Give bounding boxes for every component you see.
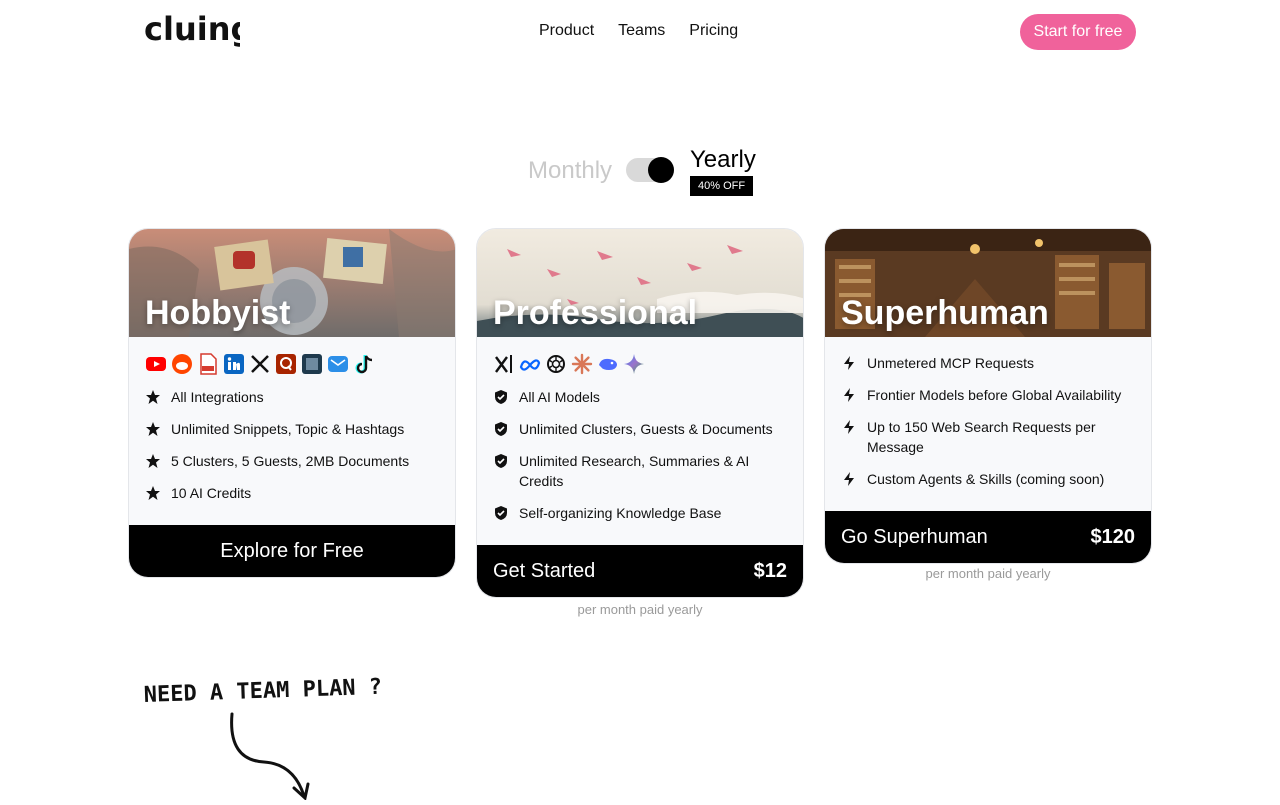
- start-for-free-button[interactable]: Start for free: [1020, 14, 1136, 50]
- x-icon: [249, 353, 271, 375]
- feature-item: Unmetered MCP Requests: [841, 353, 1135, 373]
- feature-list: All Integrations Unlimited Snippets, Top…: [129, 381, 455, 525]
- deepseek-icon: [597, 353, 619, 375]
- yearly-label[interactable]: Yearly: [690, 146, 756, 174]
- pdf-icon: [197, 353, 219, 375]
- price-note-professional: per month paid yearly: [577, 602, 703, 617]
- nav-links: Product Teams Pricing: [539, 22, 738, 40]
- professional-banner-image: Professional: [477, 229, 803, 337]
- hobbyist-banner-image: Hobbyist: [129, 229, 455, 337]
- plan-card-superhuman: Superhuman Unmetered MCP Requests Fronti…: [824, 228, 1152, 564]
- tiktok-icon: [353, 353, 375, 375]
- plan-title: Superhuman: [841, 294, 1049, 332]
- plan-card-professional: Professional All AI Models Unlimited Clu…: [476, 228, 804, 598]
- feature-item: Frontier Models before Global Availabili…: [841, 385, 1135, 405]
- feature-item: Unlimited Snippets, Topic & Hashtags: [145, 419, 439, 439]
- feature-item: Unlimited Research, Summaries & AI Credi…: [493, 451, 787, 491]
- linkedin-icon: [223, 353, 245, 375]
- feature-item: Custom Agents & Skills (coming soon): [841, 469, 1135, 489]
- feature-item: 5 Clusters, 5 Guests, 2MB Documents: [145, 451, 439, 471]
- feature-item: All AI Models: [493, 387, 787, 407]
- star-icon: [146, 390, 160, 404]
- gemini-icon: [623, 353, 645, 375]
- ai-model-logos: [477, 337, 803, 381]
- feature-item: 10 AI Credits: [145, 483, 439, 503]
- plan-price: $120: [1090, 525, 1136, 548]
- feature-item: All Integrations: [145, 387, 439, 407]
- email-icon: [327, 353, 349, 375]
- bolt-icon: [844, 356, 854, 370]
- integration-logos: [129, 337, 455, 381]
- kindle-icon: [301, 353, 323, 375]
- bolt-icon: [844, 420, 854, 434]
- switch-knob: [648, 157, 674, 183]
- price-note-superhuman: per month paid yearly: [925, 566, 1051, 581]
- shield-check-icon: [495, 390, 507, 404]
- xai-icon: [493, 353, 515, 375]
- feature-item: Up to 150 Web Search Requests per Messag…: [841, 417, 1135, 457]
- monthly-label[interactable]: Monthly: [528, 157, 612, 185]
- bolt-icon: [844, 472, 854, 486]
- team-plan-callout[interactable]: NEED A TEAM PLAN ?: [143, 672, 384, 805]
- feature-list: All AI Models Unlimited Clusters, Guests…: [477, 381, 803, 545]
- feature-item: Self-organizing Knowledge Base: [493, 503, 787, 523]
- plan-card-hobbyist: Hobbyist All Integrations Unlimited Snip…: [128, 228, 456, 578]
- down-arrow-icon: [230, 712, 306, 798]
- go-superhuman-button[interactable]: Go Superhuman $120: [825, 511, 1151, 563]
- star-icon: [146, 454, 160, 468]
- plan-title: Hobbyist: [145, 294, 291, 332]
- star-icon: [146, 422, 160, 436]
- billing-period-switch[interactable]: [626, 157, 674, 183]
- feature-list: Unmetered MCP Requests Frontier Models b…: [825, 337, 1151, 511]
- explore-for-free-button[interactable]: Explore for Free: [129, 525, 455, 577]
- shield-check-icon: [495, 422, 507, 436]
- bolt-icon: [844, 388, 854, 402]
- meta-icon: [519, 353, 541, 375]
- anthropic-icon: [571, 353, 593, 375]
- plan-price: $12: [753, 559, 787, 582]
- openai-icon: [545, 353, 567, 375]
- get-started-button[interactable]: Get Started $12: [477, 545, 803, 597]
- reddit-icon: [171, 353, 193, 375]
- shield-check-icon: [495, 454, 507, 468]
- discount-badge: 40% OFF: [690, 176, 754, 196]
- nav-link-teams[interactable]: Teams: [618, 22, 665, 40]
- nav-link-product[interactable]: Product: [539, 22, 594, 40]
- nav-link-pricing[interactable]: Pricing: [689, 22, 738, 40]
- cluing-logo[interactable]: cluing: [144, 12, 240, 50]
- star-icon: [146, 486, 160, 500]
- shield-check-icon: [495, 506, 507, 520]
- svg-text:cluing: cluing: [144, 12, 240, 48]
- feature-item: Unlimited Clusters, Guests & Documents: [493, 419, 787, 439]
- plan-title: Professional: [493, 294, 698, 332]
- youtube-icon: [145, 353, 167, 375]
- quora-icon: [275, 353, 297, 375]
- team-plan-text: NEED A TEAM PLAN ?: [144, 675, 382, 708]
- superhuman-banner-image: Superhuman: [825, 229, 1151, 337]
- top-nav: cluing Product Teams Pricing Start for f…: [0, 0, 1280, 64]
- billing-toggle-row: Monthly Yearly 40% OFF: [0, 146, 1280, 198]
